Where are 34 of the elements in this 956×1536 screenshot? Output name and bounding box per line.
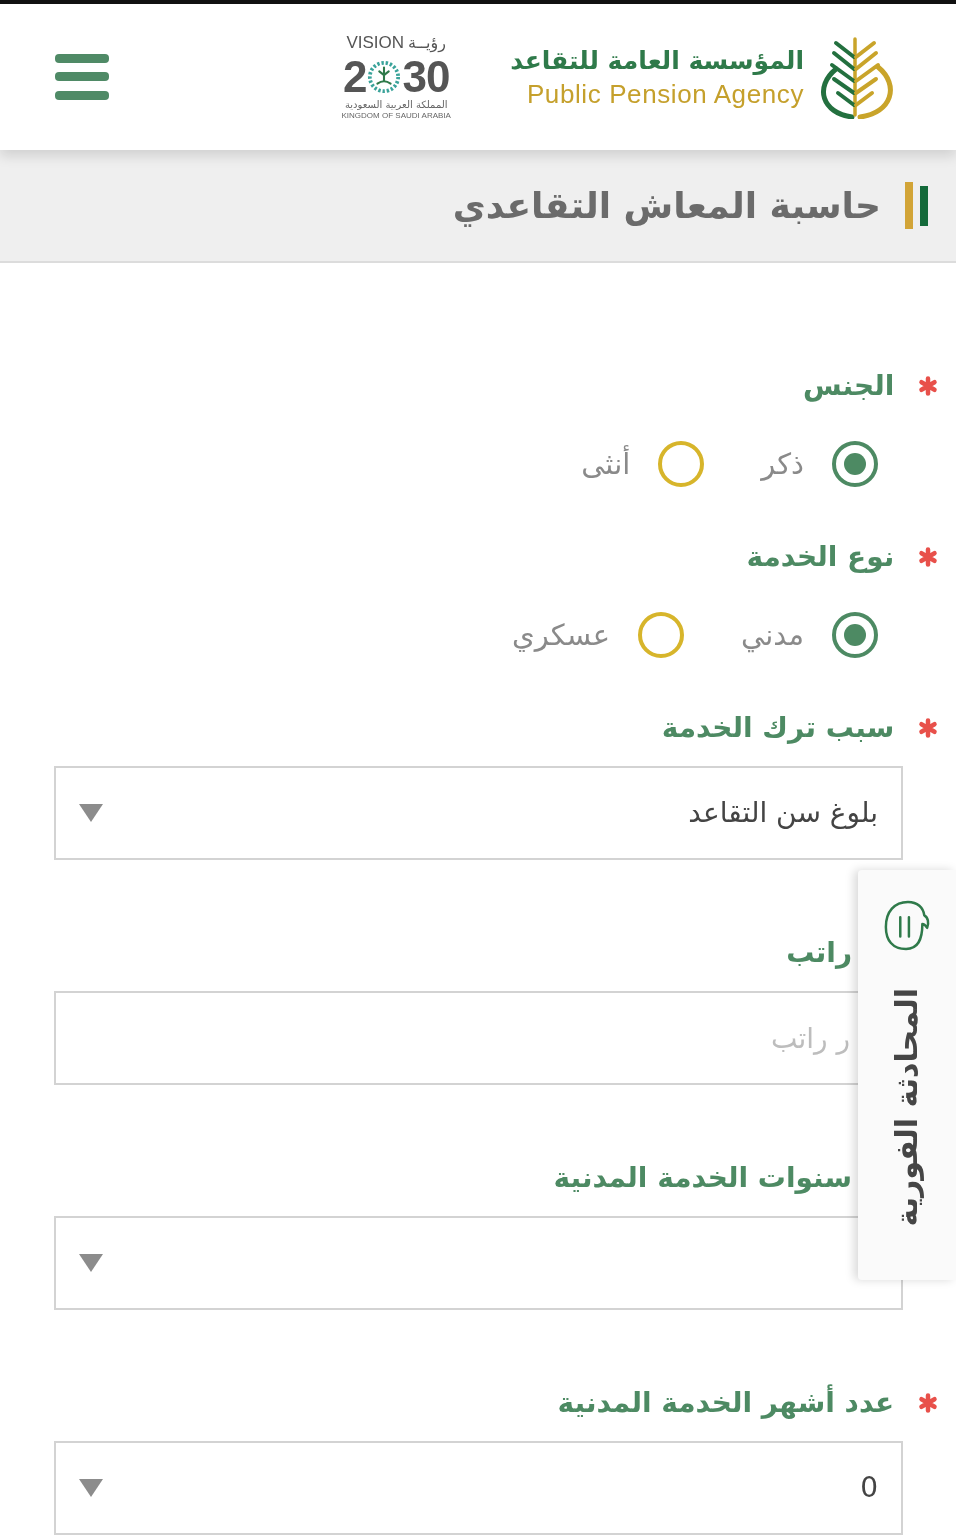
- input-field[interactable]: ر راتب: [54, 991, 858, 1085]
- live-chat-tab[interactable]: المحادثة الفورية: [858, 870, 956, 1280]
- menu-icon[interactable]: [55, 54, 109, 100]
- vision-word-arabic: رؤيــة: [408, 33, 446, 53]
- kingdom-name-english: KINGDOM OF SAUDI ARABIA: [341, 111, 451, 121]
- year-digit: 2: [343, 55, 367, 99]
- radio-option-label[interactable]: ذكر: [761, 444, 804, 484]
- field-label: نوع الخدمة: [746, 539, 895, 575]
- dropdown-field[interactable]: 0: [54, 1441, 903, 1535]
- field-label: الجنس: [802, 368, 895, 404]
- radio-option-label[interactable]: أنثى: [581, 444, 631, 484]
- kingdom-name-arabic: المملكة العربية السعودية: [344, 99, 448, 111]
- vision-word: VISION: [346, 33, 405, 53]
- caret-icon: [79, 1479, 103, 1497]
- agency-name-arabic: المؤسسة العامة للتقاعد: [510, 45, 804, 77]
- radio-option-label[interactable]: عسكري: [512, 615, 610, 655]
- radio-button[interactable]: [638, 612, 684, 658]
- radio-option-label[interactable]: مدني: [741, 615, 804, 655]
- radio-button[interactable]: [658, 441, 705, 487]
- caret-icon: [79, 1254, 103, 1272]
- radio-button[interactable]: [832, 612, 878, 658]
- field-label: سبب ترك الخدمة: [661, 710, 895, 746]
- field-label: سنوات الخدمة المدنية: [553, 1160, 852, 1196]
- caret-icon: [79, 804, 103, 822]
- chat-bubble-icon: [883, 898, 931, 952]
- dropdown-field[interactable]: بلوغ سن التقاعد: [54, 766, 903, 860]
- page-title: حاسبة المعاش التقاعدي: [452, 183, 881, 229]
- emblem-icon: [367, 60, 402, 94]
- radio-button[interactable]: [832, 441, 878, 487]
- field-label: راتب: [786, 935, 852, 971]
- accent-bars-icon: [905, 182, 928, 229]
- field-label: عدد أشهر الخدمة المدنية: [557, 1383, 895, 1421]
- agency-name-english: Public Pension Agency: [526, 79, 804, 109]
- year-digits: 30: [402, 55, 450, 99]
